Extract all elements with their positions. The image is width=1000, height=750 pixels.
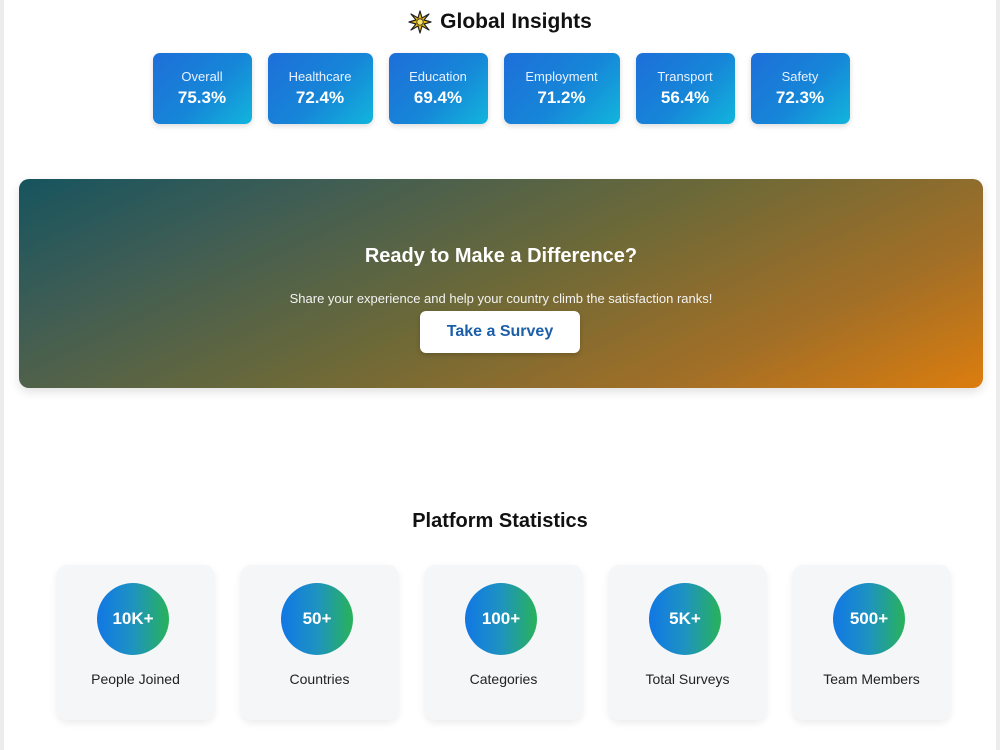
stat-label: Total Surveys [645, 671, 730, 687]
insight-card-employment[interactable]: Employment 71.2% [503, 53, 620, 124]
insight-card-value: 75.3% [177, 87, 227, 107]
stat-card-people-joined: 10K+ People Joined [57, 565, 214, 720]
insight-card-label: Transport [657, 68, 713, 84]
insight-card-education[interactable]: Education 69.4% [388, 53, 488, 124]
stat-label: Categories [469, 671, 538, 687]
insight-card-transport[interactable]: Transport 56.4% [635, 53, 735, 124]
cta-title: Ready to Make a Difference? [364, 245, 638, 267]
stat-label: Countries [289, 671, 350, 687]
insight-card-label: Overall [181, 68, 223, 84]
insights-header: Global Insights [0, 6, 1000, 38]
stat-label: People Joined [91, 671, 180, 687]
sparkle-icon [408, 10, 432, 34]
take-survey-button[interactable]: Take a Survey [420, 311, 580, 353]
insight-card-label: Healthcare [288, 68, 352, 84]
stat-card-countries: 50+ Countries [241, 565, 398, 720]
insight-cards: Overall 75.3% Healthcare 72.4% Education… [0, 53, 1000, 124]
stat-cards: 10K+ People Joined 50+ Countries 100+ Ca… [57, 565, 950, 720]
stat-card-team-members: 500+ Team Members [793, 565, 950, 720]
stat-value: 100+ [465, 583, 537, 655]
insight-card-safety[interactable]: Safety 72.3% [750, 53, 850, 124]
stat-value: 500+ [833, 583, 905, 655]
stat-value: 5K+ [649, 583, 721, 655]
insight-card-value: 71.2% [537, 87, 586, 107]
stat-value: 10K+ [97, 583, 169, 655]
insight-card-value: 69.4% [413, 87, 463, 107]
insight-card-value: 72.3% [775, 87, 825, 107]
insight-card-healthcare[interactable]: Healthcare 72.4% [267, 53, 373, 124]
insight-card-label: Education [409, 68, 467, 84]
insight-card-label: Employment [525, 68, 598, 84]
stats-title: Platform Statistics [412, 510, 588, 532]
cta-subtitle: Share your experience and help your coun… [289, 291, 713, 306]
stat-card-categories: 100+ Categories [425, 565, 582, 720]
insight-card-value: 72.4% [295, 87, 345, 107]
insight-card-label: Safety [781, 68, 819, 84]
insight-card-overall[interactable]: Overall 75.3% [152, 53, 252, 124]
stat-value: 50+ [281, 583, 353, 655]
stat-card-total-surveys: 5K+ Total Surveys [609, 565, 766, 720]
insight-card-value: 56.4% [660, 87, 710, 107]
cta-banner: Ready to Make a Difference? Share your e… [19, 179, 983, 388]
insights-title: Global Insights [440, 10, 592, 33]
stat-label: Team Members [823, 671, 920, 687]
